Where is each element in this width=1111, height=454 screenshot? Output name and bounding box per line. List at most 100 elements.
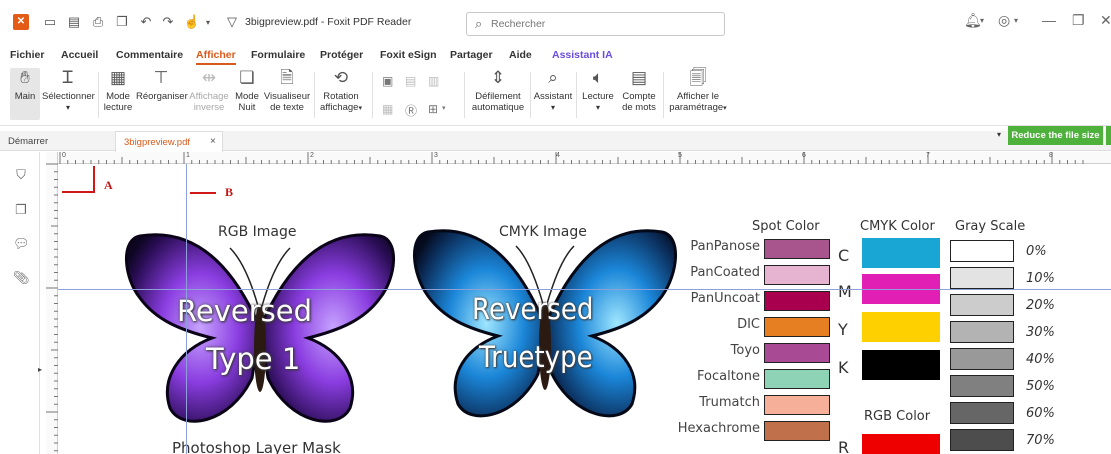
tab-document[interactable]: 3bigpreview.pdf × <box>115 131 223 152</box>
show-settings-button[interactable]: 🗐︎ Afficher le paramétrage▾ <box>668 68 728 114</box>
cover-page-icon[interactable]: ▦ <box>382 102 393 116</box>
gray-scale-swatch <box>950 429 1014 451</box>
ruler-number: 5 <box>678 152 682 159</box>
reduce-file-size-button[interactable]: Reduce the file size <box>1008 126 1103 145</box>
word-count-label-2: de mots <box>622 102 656 113</box>
rotate-view-button[interactable]: ⟲ Rotation affichage▾ <box>316 68 366 114</box>
reading-mode-label: Mode <box>106 91 130 102</box>
tab-assistant-ia[interactable]: Assistant IA <box>552 49 613 61</box>
reverse-view-button[interactable]: ⇹ Affichage inverse <box>188 68 230 113</box>
gray-scale-swatch <box>950 267 1014 289</box>
spot-color-label: PanCoated <box>690 265 760 280</box>
open-icon[interactable]: ▭ <box>42 14 58 30</box>
continuous-icon[interactable]: ▤ <box>405 74 416 88</box>
rotate-view-label: Rotation <box>323 91 359 102</box>
cmyk-color-swatch <box>862 238 940 268</box>
crop-label-b: B <box>225 185 234 199</box>
ruler-number: 2 <box>310 152 314 159</box>
ruler-number: 3 <box>434 152 438 159</box>
word-count-label: Compte <box>622 91 656 102</box>
clipboard-icon[interactable]: ❐ <box>114 14 130 30</box>
chevron-down-icon: ▾ <box>595 103 600 112</box>
reversed-type1-line2: Type 1 <box>206 342 301 376</box>
save-icon[interactable]: ▤ <box>66 14 82 30</box>
reversed-truetype-line2: Truetype <box>479 340 593 374</box>
reading-mode-button[interactable]: ▦ Mode lecture <box>100 68 136 113</box>
comments-icon[interactable]: 💬︎ <box>13 236 30 252</box>
chevron-down-icon[interactable]: ▾ <box>980 16 984 25</box>
tab-fichier[interactable]: Fichier <box>10 49 44 61</box>
account-icon[interactable]: ◎ <box>998 12 1010 29</box>
search-input[interactable] <box>491 16 711 32</box>
customize-icon[interactable]: ▽ <box>224 14 240 30</box>
reorganize-label: Réorganiser <box>136 91 188 102</box>
chevron-down-icon[interactable]: ▾ <box>442 104 446 112</box>
single-page-icon[interactable]: ▣ <box>382 74 393 88</box>
pdf-page[interactable]: A B RGB Image Reversed Type 1 Photoshop … <box>58 164 1111 454</box>
word-count-button[interactable]: ▤ Compte de mots <box>620 68 658 113</box>
gray-scale-list: 0% 10% 20% 30% 40% 50% 60% 70% <box>950 238 1111 454</box>
split-icon[interactable]: Ⓡ <box>405 102 417 119</box>
minimize-icon[interactable]: — <box>1042 12 1056 28</box>
cmyk-letter: M <box>838 282 852 301</box>
tab-afficher[interactable]: Afficher <box>196 49 236 65</box>
gray-scale-percent: 60% <box>1026 406 1055 421</box>
chevron-down-icon: ▾ <box>550 103 555 112</box>
chevron-down-icon[interactable]: ▾ <box>997 130 1001 139</box>
gray-scale-swatch <box>950 375 1014 397</box>
auto-scroll-button[interactable]: ⇕ Défilement automatique <box>470 68 526 113</box>
ruler-number: 6 <box>802 152 806 159</box>
search-box[interactable]: ⌕ <box>466 12 725 36</box>
speaker-icon: 🔈︎ <box>592 68 604 87</box>
spot-color-heading: Spot Color <box>752 219 820 234</box>
expand-panel-icon[interactable]: ▸ <box>38 365 42 374</box>
tab-commentaire[interactable]: Commentaire <box>116 49 183 61</box>
select-button[interactable]: Ꮖ Sélectionner ▾ <box>42 68 95 113</box>
tab-aide[interactable]: Aide <box>509 49 532 61</box>
chevron-down-icon[interactable]: ▾ <box>200 14 216 30</box>
gray-scale-swatch <box>950 348 1014 370</box>
separator <box>98 72 99 118</box>
text-viewer-button[interactable]: 🗎︎ Visualiseur de texte <box>262 68 312 113</box>
reorganize-button[interactable]: ⊤ Réorganiser <box>136 68 188 102</box>
assistant-icon: ⌕ <box>548 68 558 87</box>
guide-line-vertical[interactable] <box>186 164 187 454</box>
tab-foxit-esign[interactable]: Foxit eSign <box>380 49 437 61</box>
text-select-icon: Ꮖ <box>62 68 74 87</box>
text-viewer-label-2: de texte <box>270 102 304 113</box>
close-tab-icon[interactable]: × <box>210 136 216 147</box>
tab-accueil[interactable]: Accueil <box>61 49 98 61</box>
hand-tool-button[interactable]: ✋︎ Main <box>10 68 40 120</box>
document-tab-bar: Démarrer 3bigpreview.pdf × <box>0 131 1111 152</box>
gray-scale-percent: 10% <box>1026 271 1055 286</box>
read-aloud-label: Lecture <box>582 91 614 102</box>
redo-icon[interactable]: ↷ <box>160 14 176 30</box>
guide-line-horizontal[interactable] <box>58 289 1111 290</box>
bookmark-icon[interactable]: ⛉ <box>13 167 29 183</box>
ruler-vertical <box>46 152 58 454</box>
print-icon[interactable]: ⎙ <box>90 14 106 30</box>
grid-icon[interactable]: ⊞ <box>428 102 438 116</box>
hand-tool-icon[interactable]: ☝ <box>184 14 200 30</box>
close-icon[interactable]: ✕ <box>1100 12 1111 29</box>
assistant-button[interactable]: ⌕ Assistant ▾ <box>533 68 573 113</box>
cmyk-color-swatch <box>862 312 940 342</box>
rgb-letter: R <box>838 438 850 454</box>
facing-icon[interactable]: ▥ <box>428 74 439 88</box>
settings-doc-icon: 🗐︎ <box>689 68 707 87</box>
window-title: 3bigpreview.pdf - Foxit PDF Reader <box>245 16 412 28</box>
chevron-down-icon[interactable]: ▾ <box>1014 16 1018 25</box>
night-mode-label: Mode <box>235 91 259 102</box>
undo-icon[interactable]: ↶ <box>138 14 154 30</box>
tab-start[interactable]: Démarrer <box>8 136 48 147</box>
reversed-type1-line1: Reversed <box>177 294 312 328</box>
attachment-icon[interactable]: 📎︎ <box>13 270 30 286</box>
tab-formulaire[interactable]: Formulaire <box>251 49 305 61</box>
tab-proteger[interactable]: Protéger <box>320 49 363 61</box>
restore-icon[interactable]: ❐ <box>1072 12 1085 29</box>
pages-icon[interactable]: ❐ <box>13 202 29 218</box>
night-mode-button[interactable]: ❏ Mode Nuit <box>232 68 262 113</box>
auto-scroll-label-2: automatique <box>471 102 525 113</box>
tab-partager[interactable]: Partager <box>450 49 493 61</box>
read-aloud-button[interactable]: 🔈︎ Lecture ▾ <box>579 68 617 113</box>
